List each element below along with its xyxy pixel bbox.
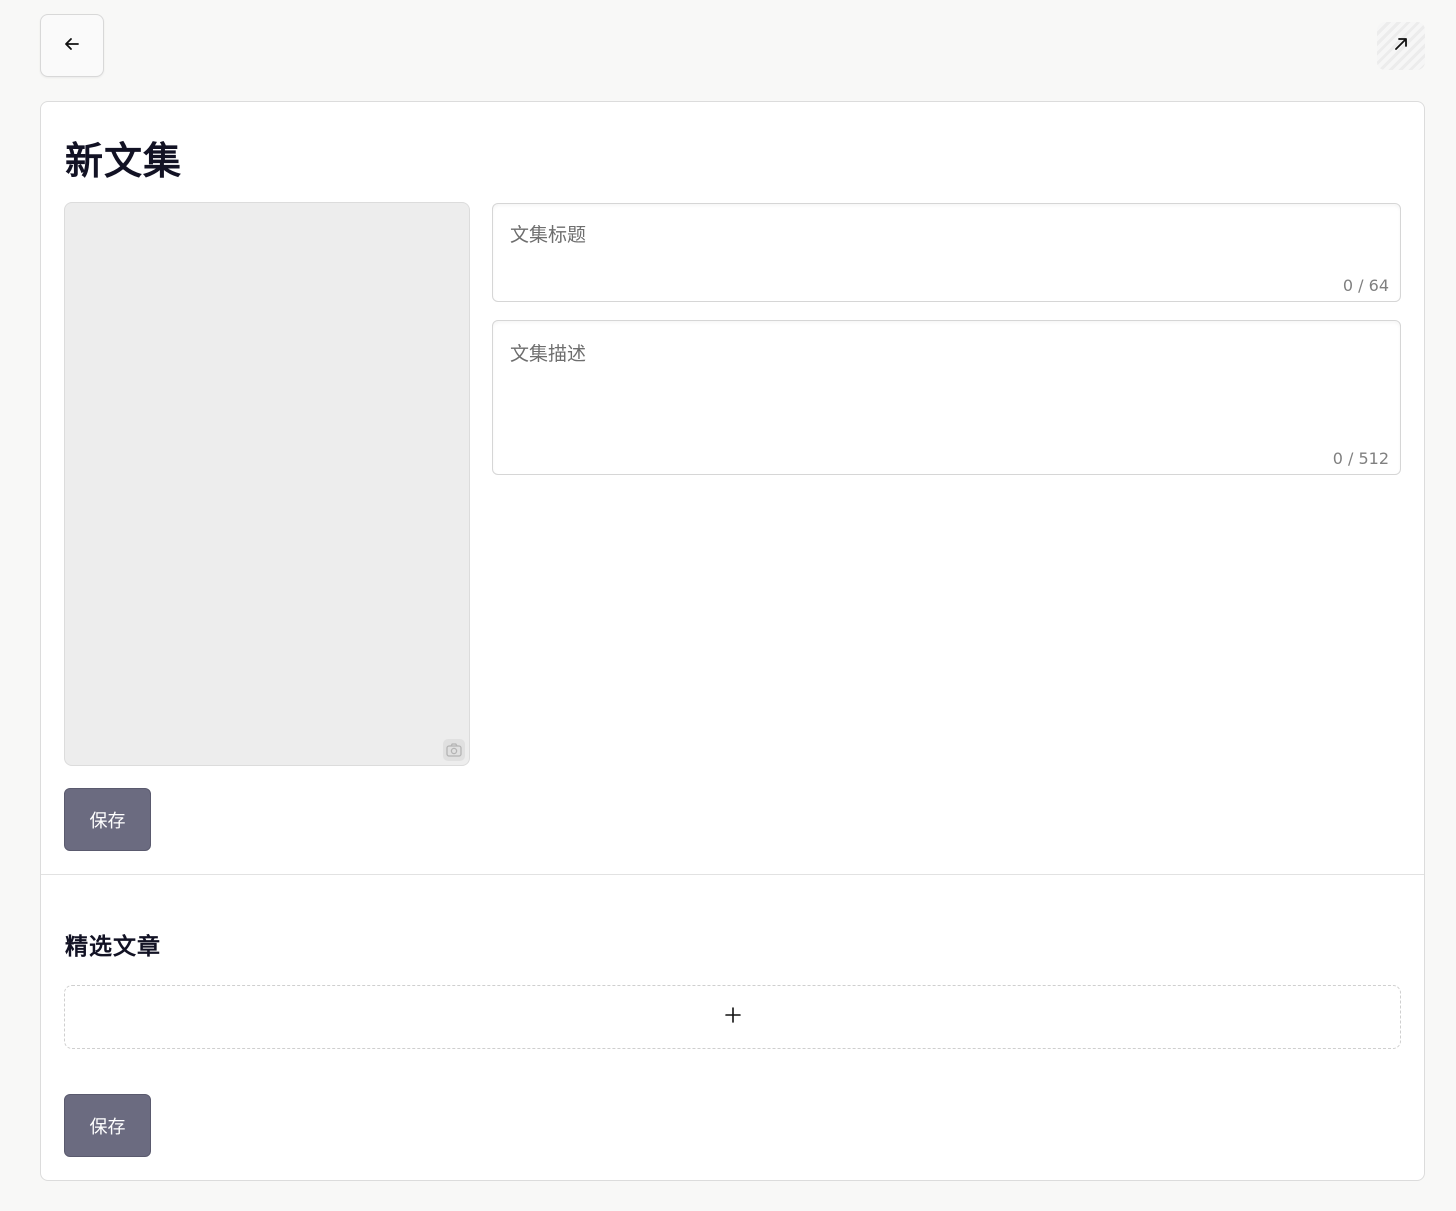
save-button[interactable]: 保存 [64, 788, 151, 851]
title-char-counter: 0 / 64 [1342, 276, 1389, 295]
arrow-left-icon [62, 34, 82, 58]
page-title: 新文集 [65, 138, 183, 183]
description-field[interactable]: 0 / 512 [492, 320, 1401, 475]
description-char-counter: 0 / 512 [1332, 449, 1389, 468]
title-input[interactable] [510, 224, 1370, 246]
section-divider [41, 874, 1424, 875]
top-bar [0, 0, 1456, 100]
featured-save-button[interactable]: 保存 [64, 1094, 151, 1157]
cover-image-upload[interactable] [64, 202, 470, 766]
title-field[interactable]: 0 / 64 [492, 203, 1401, 302]
arrow-up-right-icon [1392, 35, 1410, 57]
back-button[interactable] [40, 14, 104, 77]
open-external-button[interactable] [1377, 22, 1425, 70]
featured-articles-title: 精选文章 [65, 934, 161, 960]
collection-editor-card: 新文集 0 / 64 0 / 512 保存 精选文章 保存 [40, 101, 1425, 1181]
description-input[interactable] [510, 339, 1370, 429]
add-featured-article-button[interactable] [64, 985, 1401, 1049]
plus-icon [724, 1006, 742, 1028]
camera-icon[interactable] [443, 739, 465, 761]
